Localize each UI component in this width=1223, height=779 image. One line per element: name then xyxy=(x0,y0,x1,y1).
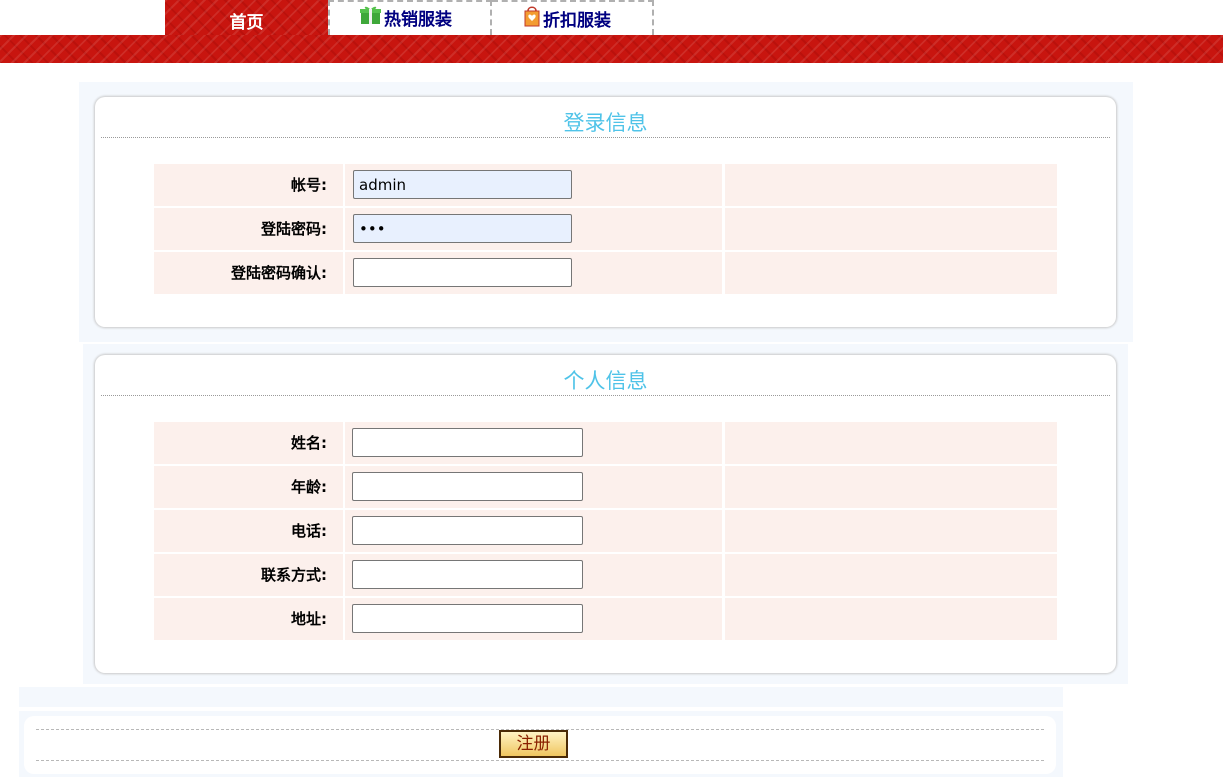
name-label: 姓名: xyxy=(154,422,343,464)
form-row-phone: 电话: xyxy=(154,510,1057,554)
form-row-name: 姓名: xyxy=(154,422,1057,466)
age-note-cell xyxy=(725,466,1057,508)
account-input[interactable] xyxy=(353,170,572,199)
tab-discount-clothing-label: 折扣服装 xyxy=(543,11,611,31)
tab-home[interactable]: 首页 xyxy=(165,0,328,35)
address-label: 地址: xyxy=(154,598,343,640)
contact-input-cell xyxy=(345,554,722,596)
personal-form-table: 姓名: 年龄: 电话: 联系方式: 地址: xyxy=(154,422,1057,642)
gift-icon xyxy=(360,5,381,30)
personal-section-title: 个人信息 xyxy=(563,369,648,393)
login-form-table: 帐号: 登陆密码: 登陆密码确认: xyxy=(154,164,1057,296)
name-note-cell xyxy=(725,422,1057,464)
age-input-cell xyxy=(345,466,722,508)
password-input[interactable] xyxy=(353,214,572,243)
tab-home-label: 首页 xyxy=(229,12,264,33)
tab-discount-clothing[interactable]: 折扣服装 xyxy=(492,0,654,35)
password-confirm-label: 登陆密码确认: xyxy=(154,252,343,294)
account-label: 帐号: xyxy=(154,164,343,206)
contact-label: 联系方式: xyxy=(154,554,343,596)
name-input[interactable] xyxy=(352,428,583,457)
password-confirm-input[interactable] xyxy=(353,258,572,287)
nav-banner xyxy=(0,35,1223,63)
personal-title-divider xyxy=(101,395,1110,396)
password-input-cell xyxy=(345,208,722,250)
password-confirm-note-cell xyxy=(725,252,1057,294)
phone-label: 电话: xyxy=(154,510,343,552)
password-label: 登陆密码: xyxy=(154,208,343,250)
phone-note-cell xyxy=(725,510,1057,552)
register-button[interactable]: 注册 xyxy=(499,730,568,758)
password-confirm-input-cell xyxy=(345,252,722,294)
tab-hot-clothing[interactable]: 热销服装 xyxy=(328,0,492,35)
contact-input[interactable] xyxy=(352,560,583,589)
shopping-bag-icon xyxy=(524,5,540,32)
form-row-age: 年龄: xyxy=(154,466,1057,510)
login-title-divider xyxy=(101,137,1110,138)
tab-hot-clothing-label: 热销服装 xyxy=(384,10,452,30)
form-row-contact: 联系方式: xyxy=(154,554,1057,598)
age-label: 年龄: xyxy=(154,466,343,508)
password-note-cell xyxy=(725,208,1057,250)
address-input-cell xyxy=(345,598,722,640)
phone-input-cell xyxy=(345,510,722,552)
separator-strip xyxy=(19,687,1063,707)
action-bar-bottom-dash xyxy=(36,760,1044,761)
form-row-account: 帐号: xyxy=(154,164,1057,208)
address-input[interactable] xyxy=(352,604,583,633)
age-input[interactable] xyxy=(352,472,583,501)
phone-input[interactable] xyxy=(352,516,583,545)
name-input-cell xyxy=(345,422,722,464)
login-section-title: 登录信息 xyxy=(563,111,648,135)
form-row-password-confirm: 登陆密码确认: xyxy=(154,252,1057,296)
account-note-cell xyxy=(725,164,1057,206)
contact-note-cell xyxy=(725,554,1057,596)
account-input-cell xyxy=(345,164,722,206)
form-row-address: 地址: xyxy=(154,598,1057,642)
address-note-cell xyxy=(725,598,1057,640)
form-row-password: 登陆密码: xyxy=(154,208,1057,252)
